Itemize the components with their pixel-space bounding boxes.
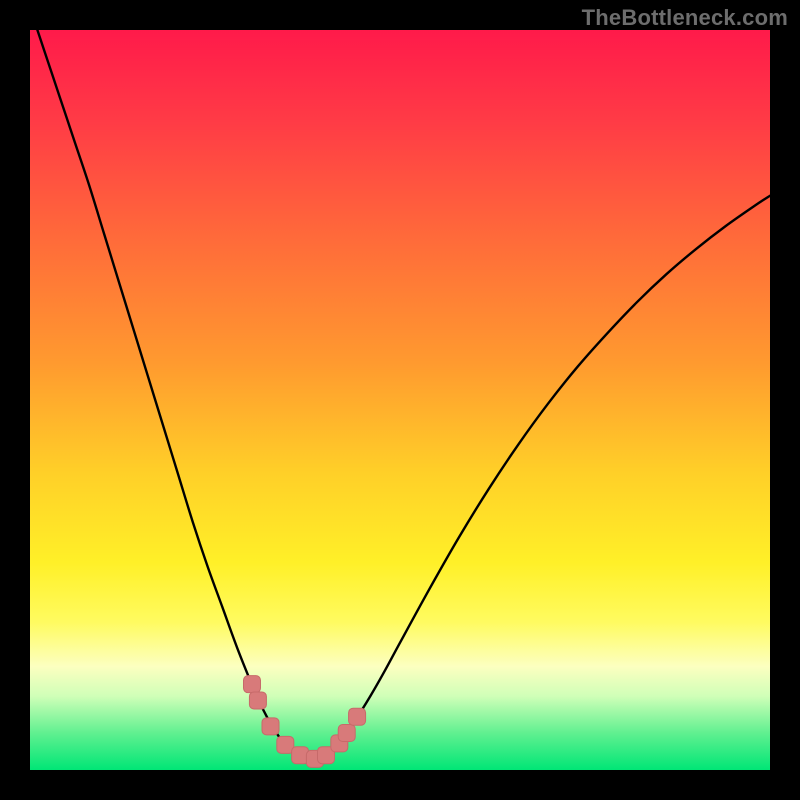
curve-marker [262, 718, 279, 735]
chart-frame: TheBottleneck.com [0, 0, 800, 800]
curve-marker [244, 676, 261, 693]
curve-line [30, 30, 770, 760]
bottleneck-curve [30, 30, 770, 770]
watermark-text: TheBottleneck.com [582, 5, 788, 31]
curve-marker [249, 692, 266, 709]
curve-marker [349, 708, 366, 725]
curve-marker [338, 725, 355, 742]
plot-area [30, 30, 770, 770]
curve-markers [244, 676, 366, 768]
